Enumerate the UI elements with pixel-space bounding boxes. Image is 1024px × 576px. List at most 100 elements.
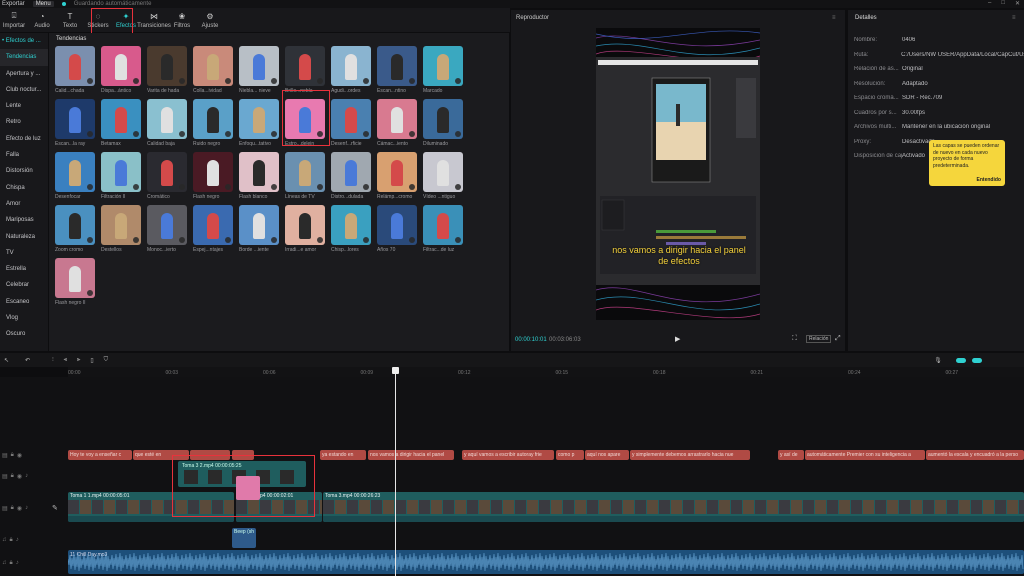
lock-icon[interactable]: 🔒︎ [11, 505, 14, 512]
ratio-button[interactable]: Relación [806, 335, 832, 343]
nav-item[interactable]: Celebrar [0, 277, 48, 293]
maximize-icon[interactable]: □ [1001, 0, 1005, 7]
delete-icon[interactable]: ▯ [90, 357, 93, 364]
nav-item[interactable]: Escaneo [0, 294, 48, 310]
tooltip-ok-button[interactable]: Entendido [977, 177, 1001, 184]
download-icon[interactable] [455, 78, 461, 84]
download-icon[interactable] [87, 237, 93, 243]
player-menu-icon[interactable]: ≡ [832, 15, 836, 21]
lock-icon[interactable]: 🔒︎ [11, 473, 14, 480]
effect-item[interactable]: Agudi...ordes [331, 46, 371, 94]
tab-texto[interactable]: T Texto [56, 8, 84, 32]
effect-item[interactable]: Desenfocar [55, 152, 95, 200]
effect-item[interactable]: Espej...ntajes [193, 205, 233, 253]
effect-item[interactable]: Niebla... nieve [239, 46, 279, 94]
download-icon[interactable] [271, 237, 277, 243]
effect-item[interactable]: Destellos [101, 205, 141, 253]
effect-item[interactable]: Ruido negro [193, 99, 233, 147]
effect-item[interactable]: Brillo...nebla [285, 46, 325, 94]
download-icon[interactable] [271, 78, 277, 84]
nav-item[interactable]: Distorsión [0, 163, 48, 179]
beep-audio-clip[interactable]: Beep (sh [232, 528, 256, 548]
split-icon[interactable]: ⫶ [52, 357, 54, 364]
minimize-icon[interactable]: – [988, 0, 991, 7]
playhead[interactable] [395, 368, 396, 576]
split-left-icon[interactable]: ⫷ [64, 357, 67, 364]
effect-item[interactable]: Distro...dulada [331, 152, 371, 200]
effect-item[interactable]: Calidad baja [147, 99, 187, 147]
effect-item[interactable]: Filtrac...de luz [423, 205, 463, 253]
music-clip[interactable]: 11 Chill Day.mp3 [68, 550, 1024, 574]
lock-icon[interactable]: 🔒︎ [10, 537, 13, 544]
download-icon[interactable] [363, 131, 369, 137]
effect-item[interactable]: Líneas de TV [285, 152, 325, 200]
tab-filtros[interactable]: ❀ Filtros [168, 8, 196, 32]
tab-audio[interactable]: ◔ Audio [28, 8, 56, 32]
effect-item[interactable]: Cámac...iento [377, 99, 417, 147]
undo-icon[interactable]: ↶ [25, 357, 30, 364]
download-icon[interactable] [133, 237, 139, 243]
nav-item[interactable]: Amor [0, 196, 48, 212]
nav-item[interactable]: Estrella [0, 261, 48, 277]
nav-header[interactable]: • Efectos de ... [0, 33, 48, 49]
download-icon[interactable] [87, 78, 93, 84]
nav-item[interactable]: Lente [0, 98, 48, 114]
play-icon[interactable]: ▶ [675, 335, 683, 343]
visibility-icon[interactable]: ◉ [17, 473, 22, 480]
effect-item[interactable]: Flash blanco [239, 152, 279, 200]
effect-item[interactable]: Marcado [423, 46, 463, 94]
nav-item[interactable]: Chispa [0, 180, 48, 196]
caption-clip[interactable]: como p [556, 450, 584, 460]
player-canvas[interactable] [596, 28, 760, 320]
split-right-icon[interactable]: ⫸ [77, 357, 80, 364]
mic-icon[interactable]: 🎙 [934, 357, 942, 364]
nav-item[interactable]: Mariposas [0, 212, 48, 228]
effect-item[interactable]: Escan...ntino [377, 46, 417, 94]
download-icon[interactable] [363, 184, 369, 190]
fullscreen-icon[interactable]: ⤢ [835, 335, 841, 343]
caption-clip[interactable]: automáticamente Premier con su inteligen… [805, 450, 925, 460]
effect-item[interactable]: Colla...ividad [193, 46, 233, 94]
download-icon[interactable] [179, 131, 185, 137]
download-icon[interactable] [179, 184, 185, 190]
effect-item[interactable]: Varita de hada [147, 46, 187, 94]
caption-clip[interactable]: y aquí vamos a escribir autoray frie [462, 450, 554, 460]
effect-item[interactable]: Desenf...rficie [331, 99, 371, 147]
download-icon[interactable] [409, 184, 415, 190]
nav-item[interactable]: Retro [0, 114, 48, 130]
select-tool-icon[interactable]: ↖ [4, 357, 9, 364]
close-icon[interactable]: ✕ [1015, 0, 1020, 7]
effect-item[interactable]: Dispa...ántico [101, 46, 141, 94]
download-icon[interactable] [271, 184, 277, 190]
effect-item[interactable]: Escan...la ray [55, 99, 95, 147]
caption-clip[interactable]: y simplemente debemos arrastrarlo hacia … [630, 450, 750, 460]
visibility-icon[interactable]: ◉ [17, 505, 22, 512]
link-toggle-icon[interactable] [955, 357, 966, 363]
download-icon[interactable] [133, 184, 139, 190]
nav-item[interactable]: Tendencias [0, 49, 48, 66]
details-menu-icon[interactable]: ≡ [1012, 15, 1016, 21]
effect-item[interactable]: Vídeo ...ntiguo [423, 152, 463, 200]
lock-icon[interactable]: 🔒︎ [11, 452, 14, 459]
download-icon[interactable] [409, 78, 415, 84]
download-icon[interactable] [317, 184, 323, 190]
effect-item[interactable]: Monoc...ierto [147, 205, 187, 253]
nav-item[interactable]: Club noctur... [0, 82, 48, 98]
mute-icon[interactable]: ♪ [16, 560, 19, 566]
effect-item[interactable]: Filtración II [101, 152, 141, 200]
caption-clip[interactable]: y así de [778, 450, 804, 460]
audio-icon[interactable]: ♪ [25, 473, 28, 479]
audio-icon[interactable]: ♪ [25, 505, 28, 511]
effect-item[interactable]: Flash negro [193, 152, 233, 200]
effect-item[interactable]: Flash negro II [55, 258, 95, 306]
effect-item[interactable]: Zoom cromo [55, 205, 95, 253]
main-video-clip[interactable]: Toma 3.mp4 00:00:26:23 [323, 492, 1024, 522]
download-icon[interactable] [317, 78, 323, 84]
effect-item[interactable]: Irradi...e amor [285, 205, 325, 253]
download-icon[interactable] [225, 237, 231, 243]
caption-clip[interactable]: Hoy te voy a enseñar c [68, 450, 132, 460]
effect-item[interactable]: Diluminado [423, 99, 463, 147]
menu-button[interactable]: Menu [32, 1, 54, 7]
magnet-toggle-icon[interactable] [971, 357, 982, 363]
lock-icon[interactable]: 🔒︎ [10, 560, 13, 567]
